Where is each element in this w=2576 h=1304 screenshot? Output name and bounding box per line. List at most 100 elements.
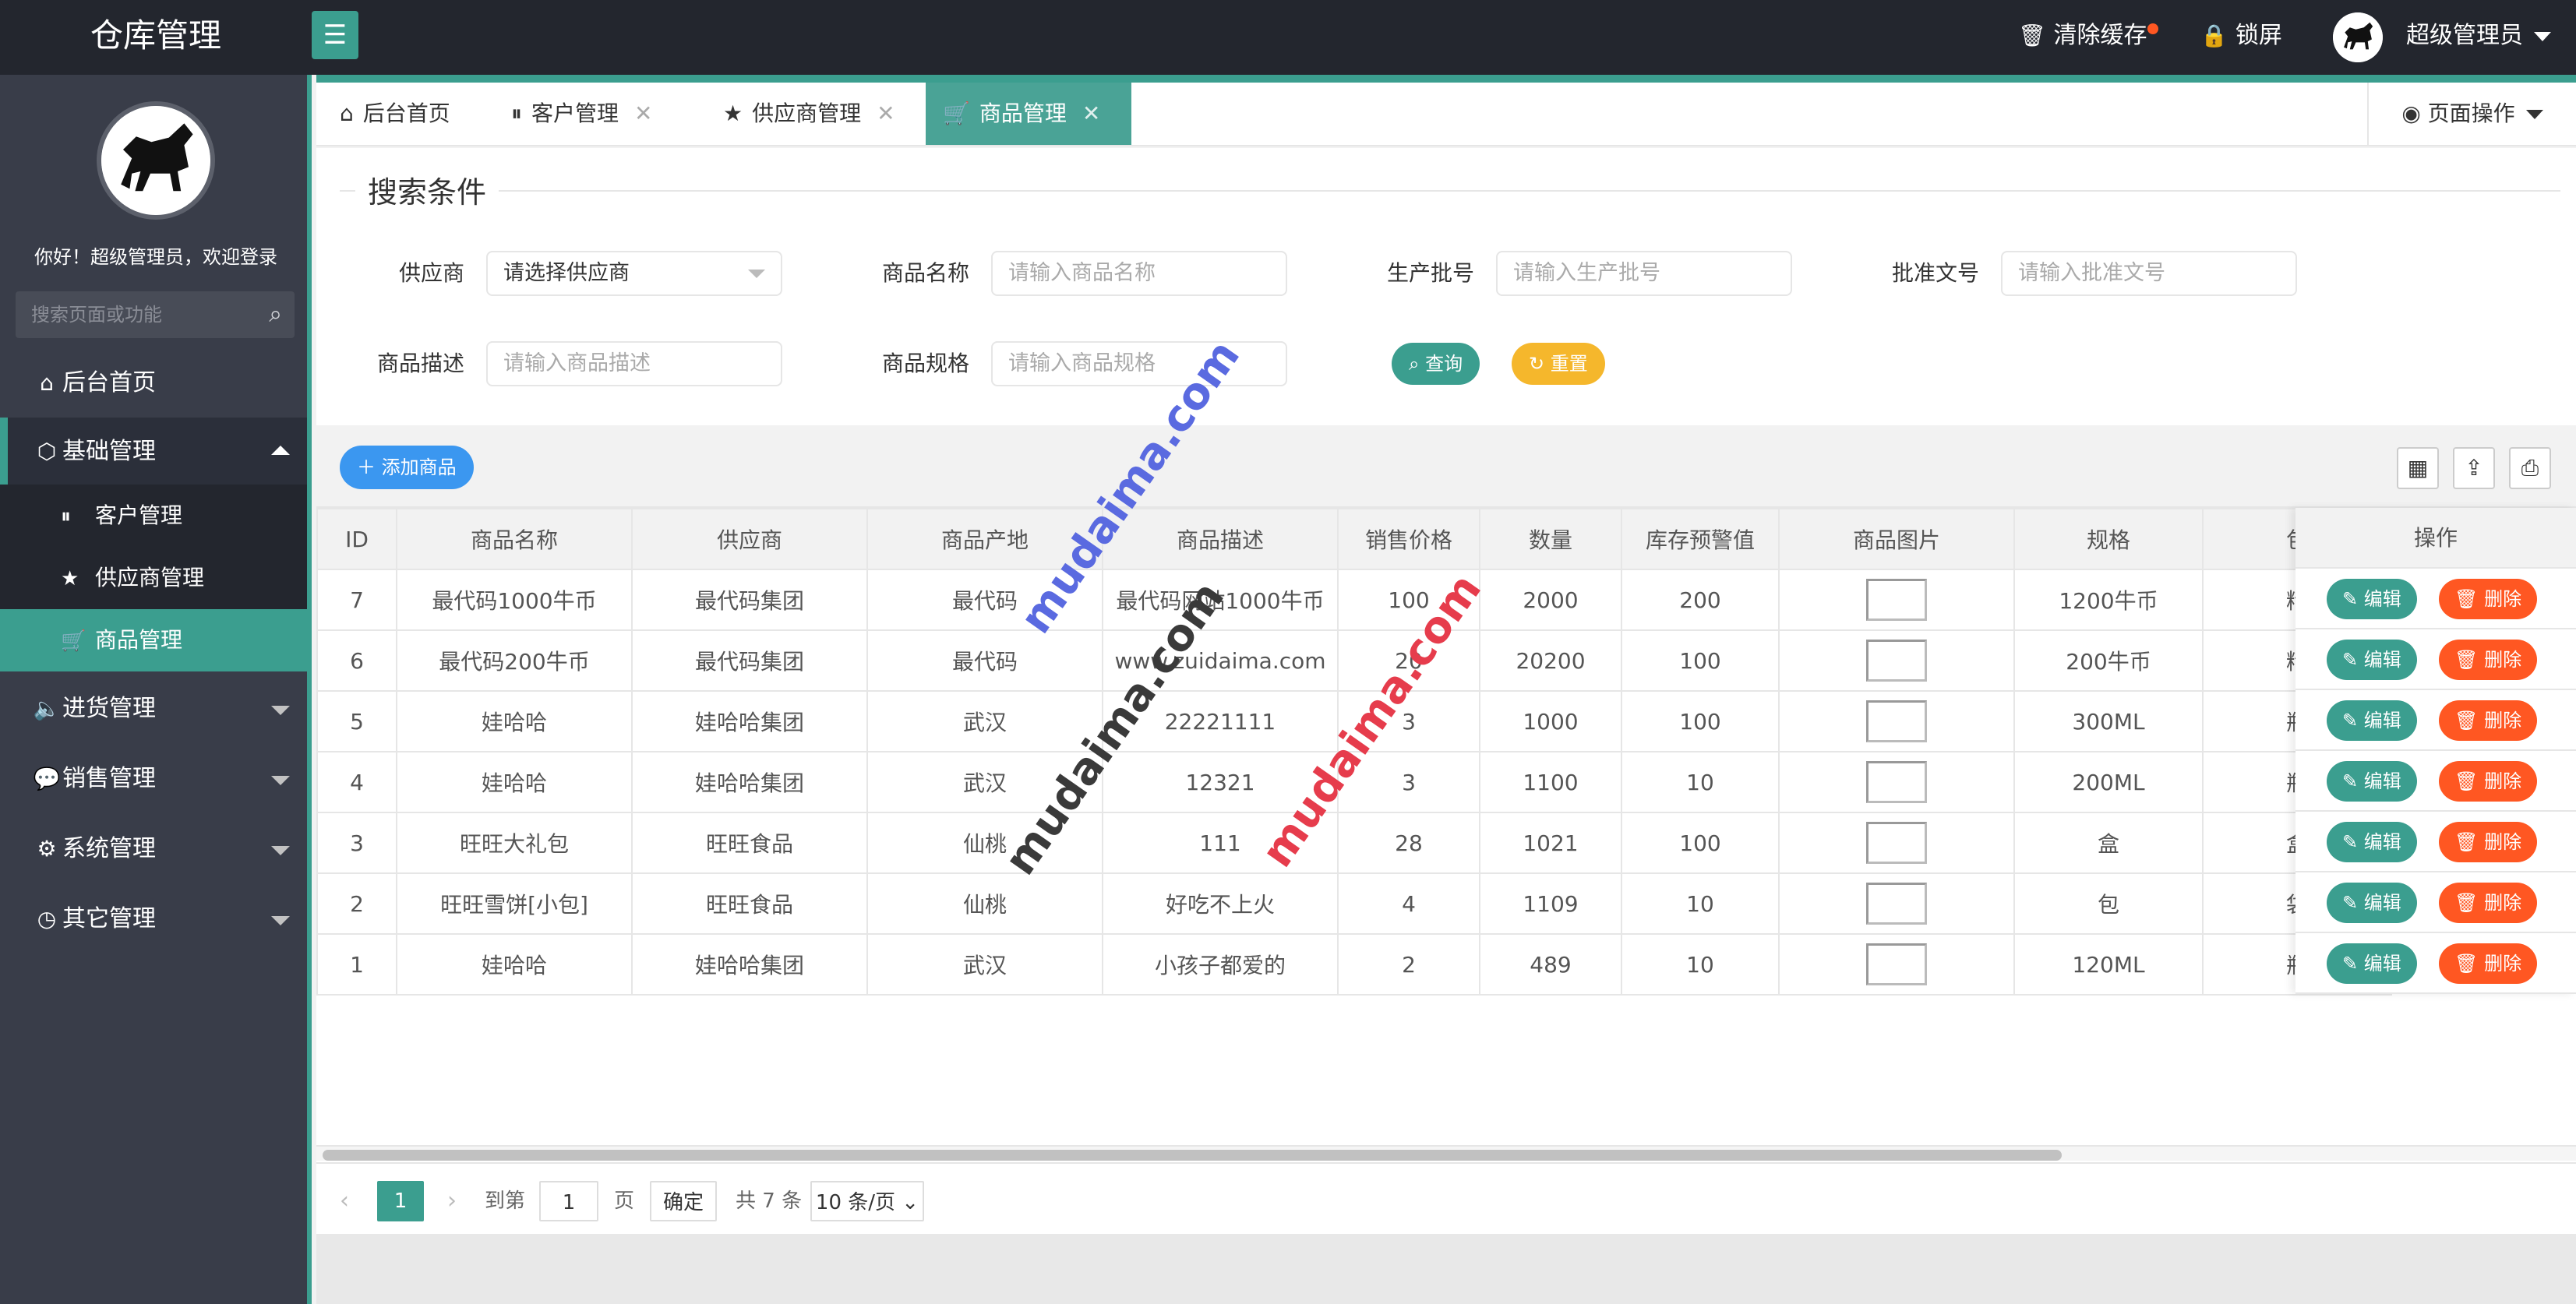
col-id[interactable]: ID bbox=[316, 508, 397, 570]
user-menu[interactable]: 超级管理员 bbox=[2406, 0, 2551, 75]
delete-button[interactable]: 🗑 删除 bbox=[2439, 822, 2538, 862]
avatar[interactable] bbox=[2333, 12, 2383, 62]
next-page-icon[interactable]: › bbox=[447, 1181, 457, 1221]
lock-screen-button[interactable]: 🔒 锁屏 bbox=[2200, 0, 2282, 75]
col-image[interactable]: 商品图片 bbox=[1778, 508, 2015, 570]
footer bbox=[316, 1234, 2576, 1304]
hamburger-icon[interactable]: ☰ bbox=[312, 11, 358, 59]
edit-button[interactable]: ✎ 编辑 bbox=[2327, 700, 2417, 741]
cell-qty: 2000 bbox=[1479, 569, 1622, 631]
delete-button[interactable]: 🗑 删除 bbox=[2439, 943, 2538, 984]
supplier-select[interactable]: 请选择供应商 bbox=[486, 251, 782, 296]
page-operations-menu[interactable]: ◉ 页面操作 bbox=[2367, 83, 2576, 145]
close-icon[interactable]: ✕ bbox=[1082, 100, 1100, 126]
sidebar-search-input[interactable]: 搜索页面或功能 ⌕ bbox=[16, 291, 295, 338]
gear-icon: ⚙ bbox=[37, 836, 57, 862]
broken-image-icon[interactable] bbox=[1866, 700, 1927, 742]
cell-warn: 100 bbox=[1621, 812, 1780, 874]
sidebar-item-system[interactable]: ⚙ 系统管理 bbox=[0, 815, 307, 883]
tab-goods[interactable]: 🛒 商品管理 ✕ bbox=[926, 83, 1131, 145]
broken-image-icon[interactable] bbox=[1866, 822, 1927, 864]
batch-input[interactable]: 请输入生产批号 bbox=[1496, 251, 1792, 296]
col-qty[interactable]: 数量 bbox=[1479, 508, 1622, 570]
search-icon[interactable]: ⌕ bbox=[269, 291, 282, 338]
col-price[interactable]: 销售价格 bbox=[1337, 508, 1480, 570]
broken-image-icon[interactable] bbox=[1866, 579, 1927, 621]
cell-origin: 仙桃 bbox=[866, 872, 1103, 935]
broken-image-icon[interactable] bbox=[1866, 761, 1927, 803]
edit-button[interactable]: ✎ 编辑 bbox=[2327, 883, 2417, 923]
table-row[interactable]: 2旺旺雪饼[小包]旺旺食品仙桃好吃不上火4110910包袋 bbox=[316, 872, 2392, 935]
page-1[interactable]: 1 bbox=[377, 1181, 424, 1221]
cart-icon: 🛒 bbox=[61, 629, 86, 653]
delete-button[interactable]: 🗑 删除 bbox=[2439, 640, 2538, 680]
cell-warn: 100 bbox=[1621, 690, 1780, 752]
edit-button[interactable]: ✎ 编辑 bbox=[2327, 640, 2417, 680]
edit-button[interactable]: ✎ 编辑 bbox=[2327, 761, 2417, 802]
col-supplier[interactable]: 供应商 bbox=[631, 508, 868, 570]
chevron-down-icon bbox=[271, 776, 290, 785]
cell-qty: 1109 bbox=[1479, 872, 1622, 935]
table-row[interactable]: 6 最代码200牛币 最代码集团 最代码 www.zuidaima.com 20 20200… bbox=[316, 629, 2392, 692]
submenu: ⏸ 客户管理 ★ 供应商管理 🛒 商品管理 bbox=[0, 485, 307, 671]
tab-suppliers[interactable]: ★ 供应商管理 ✕ bbox=[706, 83, 912, 145]
cell-spec: 盒 bbox=[2013, 812, 2204, 874]
desc-input[interactable]: 请输入商品描述 bbox=[486, 341, 782, 386]
cell-supplier: 最代码集团 bbox=[631, 569, 868, 631]
table-row[interactable]: 3旺旺大礼包旺旺食品仙桃111281021100盒盒 bbox=[316, 812, 2392, 874]
tab-home[interactable]: ⌂ 后台首页 bbox=[323, 83, 468, 145]
sidebar-item-other[interactable]: ◷ 其它管理 bbox=[0, 885, 307, 953]
broken-image-icon[interactable] bbox=[1866, 640, 1927, 682]
tab-customers[interactable]: ⏸ 客户管理 ✕ bbox=[494, 83, 670, 145]
clear-cache-button[interactable]: 🗑 清除缓存 bbox=[2018, 0, 2158, 75]
app-title: 仓库管理 bbox=[90, 16, 221, 55]
col-warn[interactable]: 库存预警值 bbox=[1621, 508, 1780, 570]
export-icon[interactable]: ⇪ bbox=[2453, 447, 2495, 489]
edit-button[interactable]: ✎ 编辑 bbox=[2327, 943, 2417, 984]
col-name[interactable]: 商品名称 bbox=[396, 508, 633, 570]
query-button[interactable]: ⌕ 查询 bbox=[1392, 343, 1480, 385]
prev-page-icon[interactable]: ‹ bbox=[340, 1181, 349, 1221]
spec-label: 商品规格 bbox=[881, 351, 969, 376]
sidebar-item-basic[interactable]: ⬡ 基础管理 bbox=[0, 418, 307, 486]
sidebar-item-suppliers[interactable]: ★ 供应商管理 bbox=[0, 547, 307, 609]
delete-button[interactable]: 🗑 删除 bbox=[2439, 579, 2538, 619]
cell-spec: 包 bbox=[2013, 872, 2204, 935]
reset-button[interactable]: ↻ 重置 bbox=[1512, 343, 1605, 385]
sidebar-item-purchase[interactable]: 🔈进货管理 bbox=[0, 675, 307, 743]
goto-input[interactable]: 1 bbox=[539, 1181, 598, 1221]
goto-confirm-button[interactable]: 确定 bbox=[650, 1181, 717, 1221]
sidebar-item-customers[interactable]: ⏸ 客户管理 bbox=[0, 485, 307, 547]
cell-origin: 武汉 bbox=[866, 690, 1103, 752]
pause-icon: ⏸ bbox=[511, 100, 523, 126]
cell-name: 最代码200牛币 bbox=[396, 629, 633, 692]
sidebar-item-goods[interactable]: 🛒 商品管理 bbox=[0, 609, 307, 671]
pencil-icon: ✎ bbox=[2342, 588, 2359, 610]
delete-button[interactable]: 🗑 删除 bbox=[2439, 700, 2538, 741]
scrollbar-thumb[interactable] bbox=[323, 1150, 2062, 1161]
add-goods-button[interactable]: ＋ 添加商品 bbox=[340, 446, 474, 489]
edit-button[interactable]: ✎ 编辑 bbox=[2327, 579, 2417, 619]
sidebar-item-sales[interactable]: 💬销售管理 bbox=[0, 745, 307, 813]
col-spec[interactable]: 规格 bbox=[2013, 508, 2204, 570]
pencil-icon: ✎ bbox=[2342, 831, 2359, 853]
close-icon[interactable]: ✕ bbox=[877, 100, 895, 126]
print-icon[interactable]: ⎙ bbox=[2509, 447, 2551, 489]
close-icon[interactable]: ✕ bbox=[634, 100, 652, 126]
sidebar-item-home[interactable]: ⌂ 后台首页 bbox=[0, 349, 307, 418]
pagination: ‹ 1 › 到第 1 页 确定 共 7 条 10 条/页 ⌄ bbox=[316, 1162, 2576, 1234]
search-legend: 搜索条件 bbox=[355, 168, 499, 211]
delete-button[interactable]: 🗑 删除 bbox=[2439, 883, 2538, 923]
table-row[interactable]: 7 最代码1000牛币 最代码集团 最代码 最代码网站1000牛币 100 2000 200 1… bbox=[316, 569, 2392, 631]
delete-button[interactable]: 🗑 删除 bbox=[2439, 761, 2538, 802]
broken-image-icon[interactable] bbox=[1866, 943, 1927, 985]
horizontal-scrollbar[interactable] bbox=[316, 1145, 2576, 1161]
name-input[interactable]: 请输入商品名称 bbox=[991, 251, 1287, 296]
broken-image-icon[interactable] bbox=[1866, 883, 1927, 925]
table-row[interactable]: 1娃哈哈娃哈哈集团武汉小孩子都爱的248910120ML瓶 bbox=[316, 933, 2392, 996]
approval-input[interactable]: 请输入批准文号 bbox=[2001, 251, 2297, 296]
page-size-select[interactable]: 10 条/页 ⌄ bbox=[810, 1181, 924, 1221]
edit-button[interactable]: ✎ 编辑 bbox=[2327, 822, 2417, 862]
table-area: ＋ 添加商品 ▦ ⇪ ⎙ ID 商品名称 供应商 商品产地 商品描述 销售价格 … bbox=[316, 427, 2576, 1234]
columns-icon[interactable]: ▦ bbox=[2397, 447, 2439, 489]
